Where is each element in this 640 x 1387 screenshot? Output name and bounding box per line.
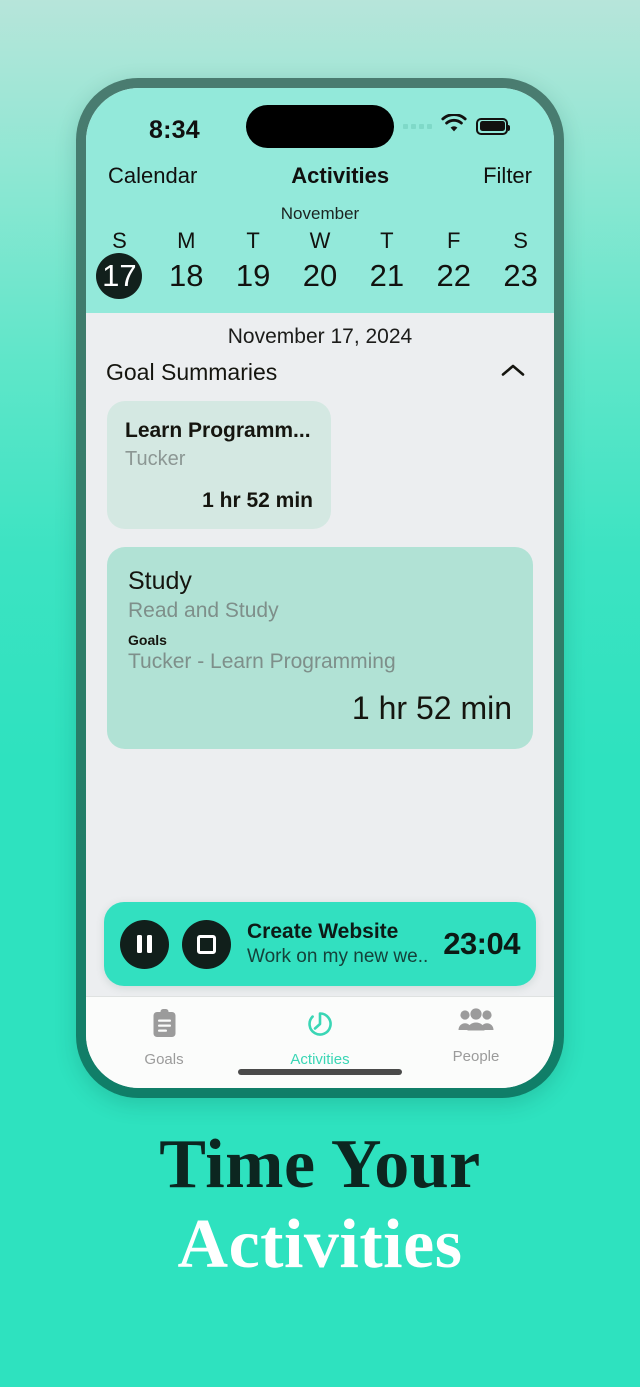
status-bar-time: 8:34 — [149, 116, 200, 144]
week-day-22[interactable]: F 22 — [420, 228, 487, 299]
headline-line-2: Activities — [177, 1206, 463, 1284]
day-number: 18 — [169, 257, 204, 293]
people-group-icon — [458, 1008, 494, 1041]
page-title: Activities — [291, 163, 390, 188]
filter-button[interactable]: Filter — [483, 163, 532, 189]
clipboard-icon — [151, 1008, 178, 1044]
chevron-up-icon[interactable] — [494, 356, 532, 389]
stop-button[interactable] — [182, 919, 231, 969]
week-days-row: S 17 M 18 T 19 W 20 T 21 F 22 S 23 — [86, 228, 554, 300]
month-label: November — [280, 204, 360, 223]
stop-icon — [197, 934, 216, 954]
week-day-19[interactable]: T 19 — [220, 228, 287, 299]
day-number: 17 — [96, 253, 143, 300]
day-of-week-label: T — [380, 228, 394, 253]
status-bar: 8:34 — [86, 88, 554, 154]
day-of-week-label: M — [177, 228, 196, 253]
timer-activity-subtitle: Work on my new we... — [247, 945, 431, 967]
section-title: Goal Summaries — [106, 359, 278, 386]
tab-people-label: People — [452, 1048, 500, 1065]
tab-bar: Goals Activities People — [86, 996, 554, 1088]
wifi-icon — [441, 113, 467, 138]
goal-summaries-header[interactable]: Goal Summaries — [86, 356, 554, 389]
goal-summary-duration: 1 hr 52 min — [202, 489, 313, 513]
goal-summary-card[interactable]: Learn Programm... Tucker 1 hr 52 min — [107, 401, 331, 530]
stopwatch-icon — [305, 1008, 335, 1044]
marketing-headline: Time Your Activities — [0, 1126, 640, 1284]
day-number: 19 — [235, 257, 271, 293]
activity-goals-label: Goals — [128, 632, 167, 649]
day-of-week-label: F — [447, 228, 461, 253]
goal-summary-person: Tucker — [125, 448, 186, 471]
week-day-21[interactable]: T 21 — [353, 228, 420, 299]
day-number: 23 — [503, 257, 538, 293]
tab-goals-label: Goals — [144, 1051, 184, 1068]
day-number: 21 — [369, 257, 405, 293]
home-indicator[interactable] — [238, 1069, 402, 1075]
dynamic-island — [246, 105, 394, 148]
day-of-week-label: S — [513, 228, 528, 253]
calendar-button[interactable]: Calendar — [108, 163, 197, 189]
week-strip: November S 17 M 18 T 19 W 20 T 21 F 22 S… — [86, 198, 554, 314]
activity-card[interactable]: Study Read and Study Goals Tucker - Lear… — [107, 547, 533, 750]
tab-goals[interactable]: Goals — [86, 997, 242, 1088]
status-bar-indicators — [403, 113, 510, 138]
activity-description: Read and Study — [128, 599, 279, 623]
phone-screen: 8:34 Calendar Activities Filter November… — [86, 88, 554, 1088]
pause-button[interactable] — [120, 919, 169, 969]
week-day-18[interactable]: M 18 — [153, 228, 220, 299]
day-number: 20 — [302, 257, 338, 293]
battery-full-icon — [476, 117, 510, 135]
day-of-week-label: T — [246, 228, 260, 253]
headline-line-1: Time Your — [159, 1126, 481, 1203]
selected-date-title: November 17, 2024 — [227, 325, 413, 349]
day-of-week-label: S — [112, 228, 127, 253]
week-day-17[interactable]: S 17 — [86, 228, 153, 300]
goal-summary-title: Learn Programm... — [125, 419, 311, 443]
tab-activities-label: Activities — [290, 1051, 350, 1068]
phone-frame: 8:34 Calendar Activities Filter November… — [76, 78, 564, 1098]
activity-duration: 1 hr 52 min — [351, 690, 512, 727]
day-of-week-label: W — [309, 228, 331, 253]
content-area: November 17, 2024 Goal Summaries Learn P… — [86, 313, 554, 996]
timer-activity-title: Create Website — [247, 919, 399, 943]
running-timer-bar[interactable]: Create Website Work on my new we... 23:0… — [104, 902, 536, 986]
activity-title: Study — [128, 567, 192, 596]
week-day-20[interactable]: W 20 — [287, 228, 354, 299]
timer-texts: Create Website Work on my new we... — [247, 919, 430, 970]
activity-goals-value: Tucker - Learn Programming — [128, 650, 396, 674]
day-number: 22 — [436, 257, 471, 293]
pause-icon — [137, 935, 152, 953]
tab-people[interactable]: People — [398, 997, 554, 1088]
timer-elapsed: 23:04 — [443, 926, 520, 961]
nav-bar: Calendar Activities Filter — [86, 154, 554, 198]
cellular-dots-icon — [403, 123, 432, 129]
week-day-23[interactable]: S 23 — [487, 228, 554, 299]
